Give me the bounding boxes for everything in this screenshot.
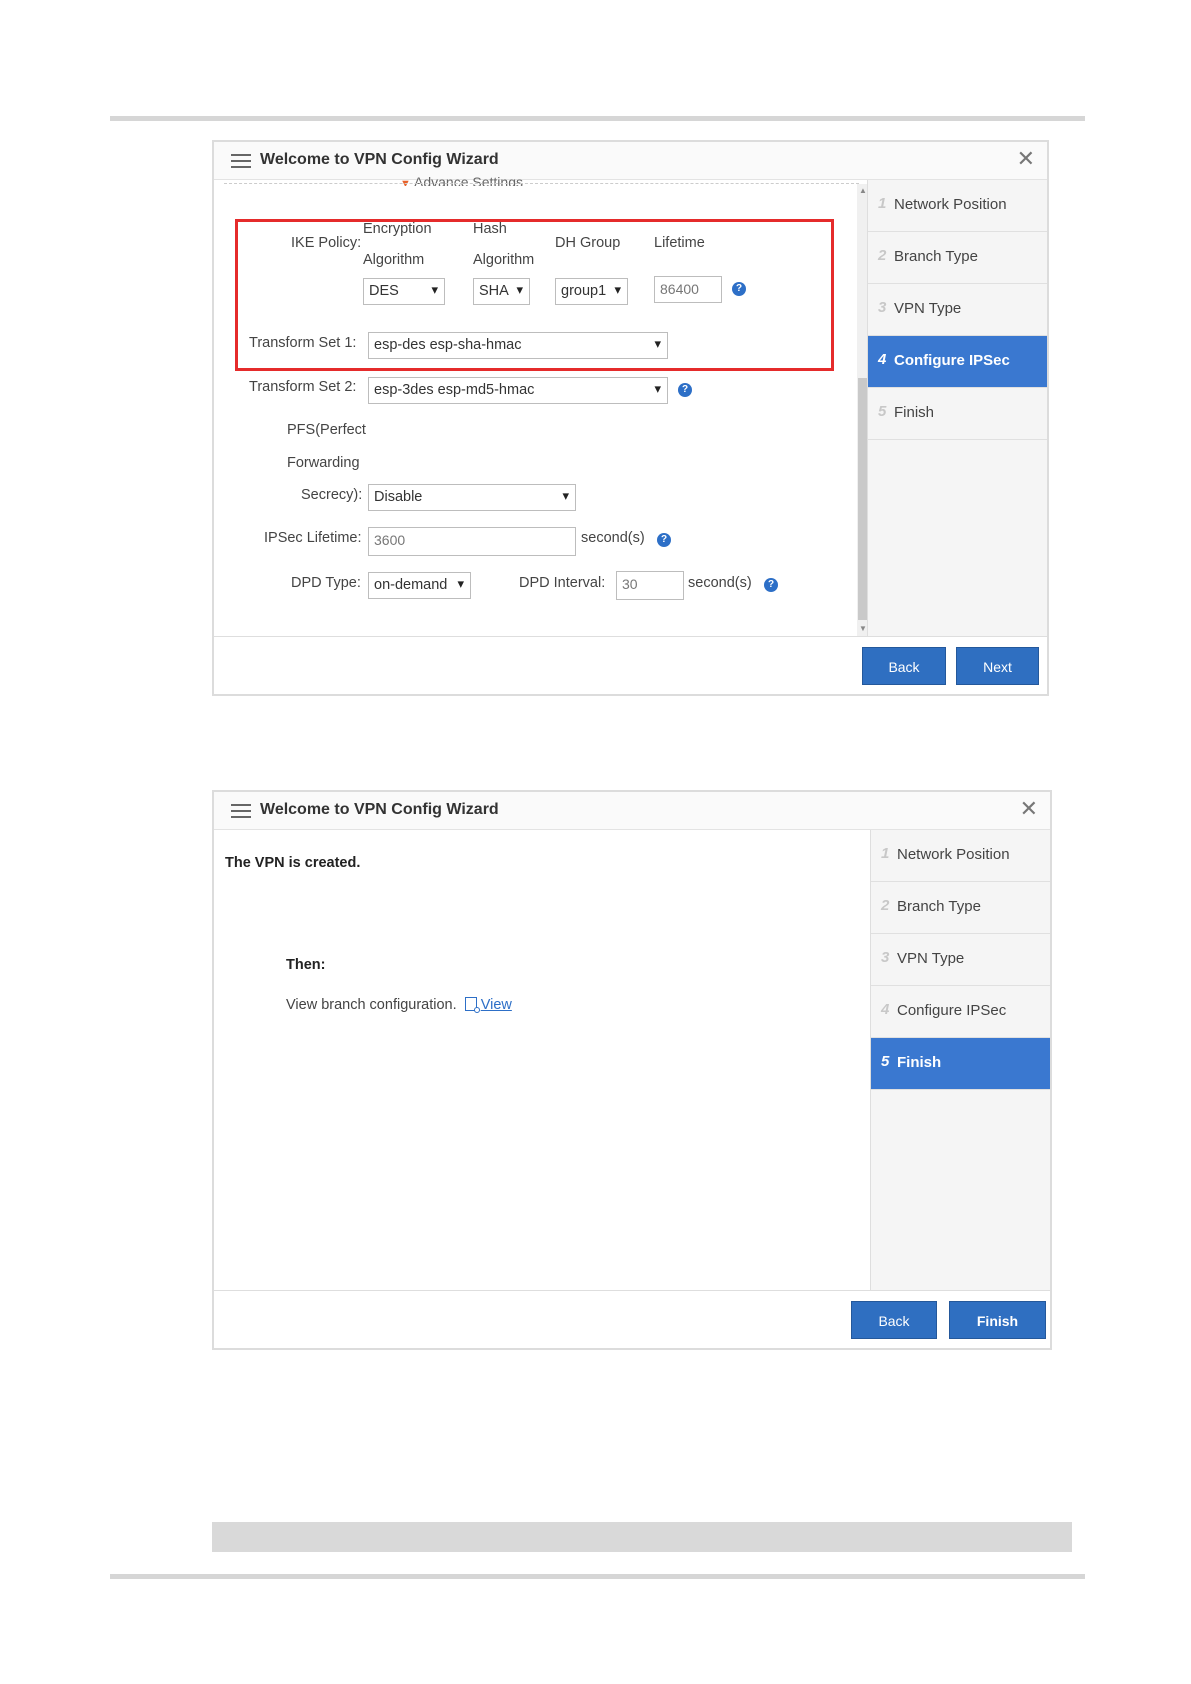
- encryption-header-1: Encryption: [363, 221, 432, 237]
- ipsec-lifetime-unit: second(s): [581, 530, 645, 546]
- step-vpn-type[interactable]: 3 VPN Type: [871, 934, 1050, 986]
- step-vpn-type[interactable]: 3 VPN Type: [868, 284, 1047, 336]
- dialog-footer: Back Next: [214, 636, 1047, 694]
- dialog-header: Welcome to VPN Config Wizard ✕: [214, 142, 1047, 180]
- ipsec-lifetime-label: IPSec Lifetime:: [264, 530, 362, 546]
- step-network-position[interactable]: 1 Network Position: [868, 180, 1047, 232]
- back-button[interactable]: Back: [862, 647, 946, 685]
- help-icon[interactable]: ?: [678, 383, 692, 397]
- wizard-steps: 1 Network Position 2 Branch Type 3 VPN Type…: [870, 830, 1050, 1294]
- lifetime-input[interactable]: 86400: [654, 276, 722, 303]
- pfs-label-2: Forwarding: [287, 455, 360, 471]
- view-branch-text: View branch configuration. View: [286, 997, 512, 1013]
- view-doc-icon[interactable]: [464, 997, 480, 1013]
- step-finish[interactable]: 5 Finish: [871, 1038, 1050, 1090]
- dpd-interval-unit: second(s): [688, 575, 752, 591]
- ike-policy-label: IKE Policy:: [291, 235, 362, 251]
- pfs-label-1: PFS(Perfect: [287, 422, 366, 438]
- step-branch-type[interactable]: 2 Branch Type: [871, 882, 1050, 934]
- hash-select[interactable]: SHA: [473, 278, 530, 305]
- menu-icon[interactable]: [231, 804, 251, 818]
- step-branch-type[interactable]: 2 Branch Type: [868, 232, 1047, 284]
- encryption-header-2: Algorithm: [363, 252, 425, 268]
- vpn-wizard-dialog-finish: Welcome to VPN Config Wizard ✕ The VPN i…: [212, 790, 1052, 1350]
- step-finish[interactable]: 5 Finish: [868, 388, 1047, 440]
- dpd-interval-label: DPD Interval:: [519, 575, 606, 591]
- dialog-footer: Back Finish: [214, 1290, 1050, 1348]
- transform-set-1-select[interactable]: esp-des esp-sha-hmac: [368, 332, 668, 359]
- page-bottom-rule: [110, 1574, 1085, 1579]
- close-icon[interactable]: ✕: [1017, 148, 1035, 170]
- transform-set-1-label: Transform Set 1:: [249, 335, 357, 351]
- view-branch-label: View branch configuration.: [286, 997, 457, 1013]
- vpn-created-message: The VPN is created.: [225, 855, 361, 871]
- wizard-steps: 1 Network Position 2 Branch Type 3 VPN Type…: [867, 180, 1047, 639]
- hash-header-2: Algorithm: [473, 252, 535, 268]
- lifetime-header: Lifetime: [654, 235, 705, 251]
- view-link[interactable]: View: [481, 997, 512, 1013]
- close-icon[interactable]: ✕: [1020, 798, 1038, 820]
- help-icon[interactable]: ?: [732, 282, 746, 296]
- pfs-select[interactable]: Disable: [368, 484, 576, 511]
- step-network-position[interactable]: 1 Network Position: [871, 830, 1050, 882]
- dpd-interval-input[interactable]: 30: [616, 571, 684, 600]
- ipsec-lifetime-input[interactable]: 3600: [368, 527, 576, 556]
- step-configure-ipsec[interactable]: 4 Configure IPSec: [871, 986, 1050, 1038]
- chevron-down-icon: ▼: [400, 178, 411, 186]
- dh-group-header: DH Group: [555, 235, 621, 251]
- next-button[interactable]: Next: [956, 647, 1039, 685]
- dpd-type-label: DPD Type:: [291, 575, 361, 591]
- advance-settings-toggle[interactable]: ▼ Advance Settings: [400, 174, 523, 186]
- transform-set-2-label: Transform Set 2:: [249, 379, 357, 395]
- menu-icon[interactable]: [231, 154, 251, 168]
- page-footer-bar: [212, 1522, 1072, 1552]
- dialog-title: Welcome to VPN Config Wizard: [260, 151, 499, 168]
- pfs-label-3: Secrecy):: [301, 487, 363, 503]
- finish-button[interactable]: Finish: [949, 1301, 1046, 1339]
- dialog-header: Welcome to VPN Config Wizard ✕: [214, 792, 1050, 830]
- help-icon[interactable]: ?: [657, 533, 671, 547]
- dh-group-select[interactable]: group1: [555, 278, 628, 305]
- encryption-select[interactable]: DES: [363, 278, 445, 305]
- dialog-title: Welcome to VPN Config Wizard: [260, 801, 499, 818]
- divider: [224, 183, 859, 184]
- vpn-wizard-dialog-ipsec: Welcome to VPN Config Wizard ✕ ▼ Advance…: [212, 140, 1049, 696]
- step-configure-ipsec[interactable]: 4 Configure IPSec: [868, 336, 1047, 388]
- help-icon[interactable]: ?: [764, 578, 778, 592]
- back-button[interactable]: Back: [851, 1301, 937, 1339]
- then-label: Then:: [286, 957, 326, 973]
- page-top-rule: [110, 116, 1085, 121]
- dpd-type-select[interactable]: on-demand: [368, 572, 471, 599]
- hash-header-1: Hash: [473, 221, 507, 237]
- transform-set-2-select[interactable]: esp-3des esp-md5-hmac: [368, 377, 668, 404]
